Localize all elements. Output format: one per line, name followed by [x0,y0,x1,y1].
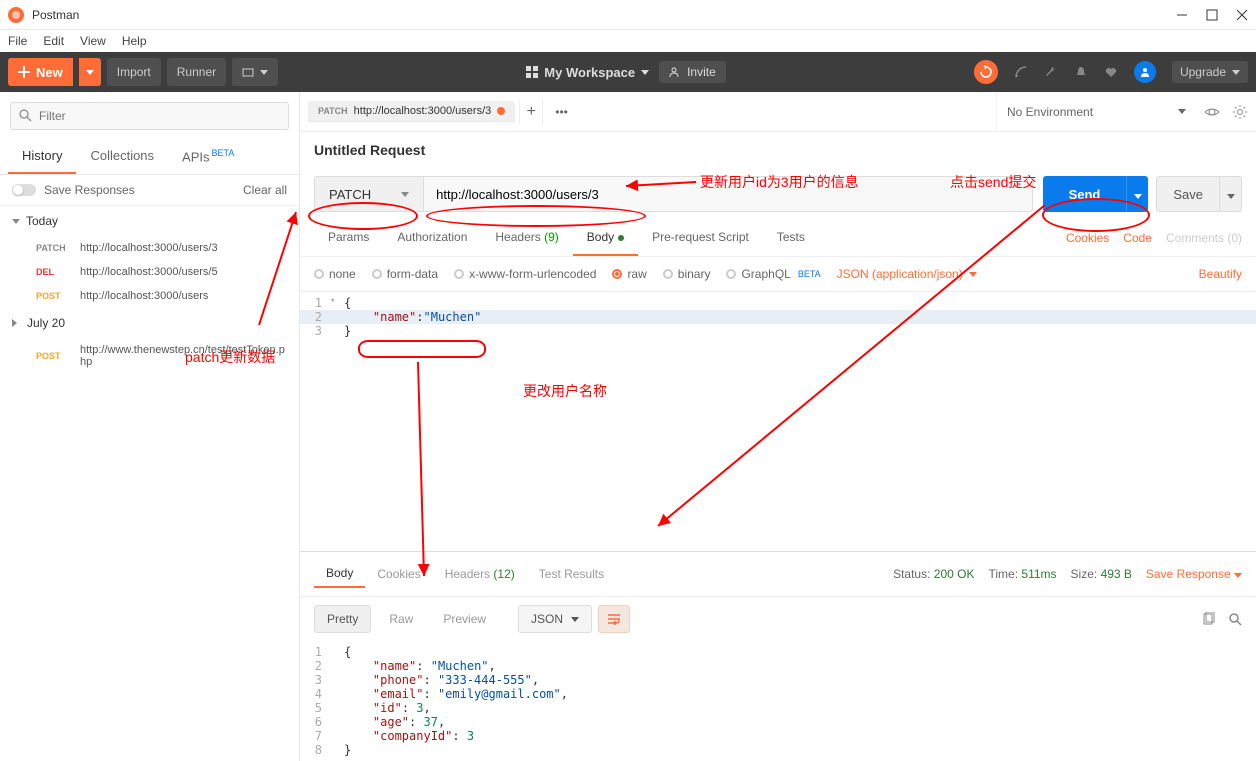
resp-tab-cookies[interactable]: Cookies [365,561,432,587]
tab-history[interactable]: History [8,140,76,174]
content-area: PATCH http://localhost:3000/users/3 + ••… [300,92,1256,761]
save-response-button[interactable]: Save Response [1146,567,1242,581]
maximize-icon[interactable] [1206,9,1218,21]
body-type-graphql[interactable]: GraphQLBETA [726,267,820,281]
top-toolbar: New Import Runner My Workspace Invite Up… [0,52,1256,92]
content-type-selector[interactable]: JSON (application/json) [837,267,977,281]
body-type-none[interactable]: none [314,267,356,281]
new-dropdown[interactable] [79,58,101,86]
filter-input[interactable] [10,102,289,130]
history-item[interactable]: PATCHhttp://localhost:3000/users/3 [0,236,299,260]
upgrade-button[interactable]: Upgrade [1172,61,1248,83]
minimize-icon[interactable] [1176,9,1188,21]
clear-all-button[interactable]: Clear all [243,183,287,197]
tab-authorization[interactable]: Authorization [383,220,481,256]
search-icon [18,108,32,122]
tab-prerequest[interactable]: Pre-request Script [638,220,763,256]
sidebar: History Collections APIsBETA Save Respon… [0,92,300,761]
settings-icon[interactable] [1232,104,1248,120]
search-response-icon[interactable] [1228,612,1242,626]
window-buttons [1176,9,1248,21]
import-button[interactable]: Import [107,58,161,86]
new-button[interactable]: New [8,58,73,86]
invite-button[interactable]: Invite [659,61,726,83]
request-title: Untitled Request [300,132,1256,168]
history-group-july20[interactable]: July 20 [0,308,299,338]
beautify-button[interactable]: Beautify [1199,267,1242,281]
heart-icon[interactable] [1104,65,1118,79]
response-toolbar: Pretty Raw Preview JSON [300,597,1256,641]
cookies-link[interactable]: Cookies [1066,231,1109,245]
avatar[interactable] [1134,61,1156,83]
response-body[interactable]: 1{2 "name": "Muchen",3 "phone": "333-444… [300,641,1256,761]
send-button[interactable]: Send [1043,176,1127,212]
workspace-selector[interactable]: My Workspace [526,65,649,80]
history-group-today[interactable]: Today [0,206,299,236]
http-method-selector[interactable]: PATCH [314,176,424,212]
response-format-selector[interactable]: JSON [518,605,592,633]
comments-link: Comments (0) [1166,231,1242,245]
app-title: Postman [32,8,1176,22]
save-dropdown[interactable] [1220,176,1242,212]
menu-file[interactable]: File [8,34,27,48]
send-dropdown[interactable] [1126,176,1148,212]
history-item[interactable]: POSThttp://www.thenewstep.cn/test/testTo… [0,338,299,374]
pretty-button[interactable]: Pretty [314,605,371,633]
body-type-raw[interactable]: raw [612,267,646,281]
tab-params[interactable]: Params [314,220,383,256]
history-list: Today PATCHhttp://localhost:3000/users/3… [0,206,299,761]
tab-headers[interactable]: Headers (9) [481,220,572,256]
request-body-editor[interactable]: 1▾{ 2 "name":"Muchen" 3} [300,291,1256,342]
save-responses-label: Save Responses [44,183,135,197]
unsaved-dot-icon [497,107,505,115]
user-plus-icon [669,66,681,78]
close-icon[interactable] [1236,9,1248,21]
env-preview-icon[interactable] [1204,104,1220,120]
tab-more-button[interactable]: ••• [547,105,576,119]
request-subtabs: Params Authorization Headers (9) Body Pr… [300,220,1256,257]
folder-icon [242,66,254,78]
new-tab-button[interactable]: + [519,100,543,124]
sync-icon[interactable] [974,60,998,84]
history-item[interactable]: DELhttp://localhost:3000/users/5 [0,260,299,284]
save-responses-toggle[interactable] [12,184,36,196]
runner-button[interactable]: Runner [167,58,226,86]
satellite-icon[interactable] [1014,65,1028,79]
menu-bar: File Edit View Help [0,30,1256,52]
resp-tab-body[interactable]: Body [314,560,365,588]
body-type-row: none form-data x-www-form-urlencoded raw… [300,257,1256,291]
raw-button[interactable]: Raw [377,606,425,632]
sidebar-tabs: History Collections APIsBETA [0,140,299,175]
tab-apis[interactable]: APIsBETA [168,140,248,174]
wrap-lines-icon[interactable] [598,605,630,633]
copy-icon[interactable] [1202,612,1216,626]
body-type-binary[interactable]: binary [663,267,711,281]
resp-tab-headers[interactable]: Headers (12) [433,561,527,587]
response-tabs: Body Cookies Headers (12) Test Results S… [300,552,1256,597]
tab-body[interactable]: Body [573,220,638,256]
resp-tab-tests[interactable]: Test Results [527,561,616,587]
sidebar-toolbar: Save Responses Clear all [0,175,299,206]
save-button[interactable]: Save [1156,176,1220,212]
plus-icon [18,66,30,78]
environment-selector[interactable]: No Environment [996,92,1196,131]
history-item[interactable]: POSThttp://localhost:3000/users [0,284,299,308]
url-input[interactable] [424,176,1032,212]
open-button[interactable] [232,58,278,86]
tab-collections[interactable]: Collections [76,140,168,174]
wrench-icon[interactable] [1044,65,1058,79]
bell-icon[interactable] [1074,65,1088,79]
preview-button[interactable]: Preview [431,606,498,632]
menu-edit[interactable]: Edit [43,34,64,48]
menu-help[interactable]: Help [122,34,147,48]
app-icon [8,7,24,23]
menu-view[interactable]: View [80,34,106,48]
body-type-formdata[interactable]: form-data [372,267,438,281]
tab-tests[interactable]: Tests [763,220,819,256]
body-type-urlencoded[interactable]: x-www-form-urlencoded [454,267,596,281]
title-bar: Postman [0,0,1256,30]
code-link[interactable]: Code [1123,231,1152,245]
request-tab[interactable]: PATCH http://localhost:3000/users/3 [308,101,515,122]
grid-icon [526,66,538,78]
